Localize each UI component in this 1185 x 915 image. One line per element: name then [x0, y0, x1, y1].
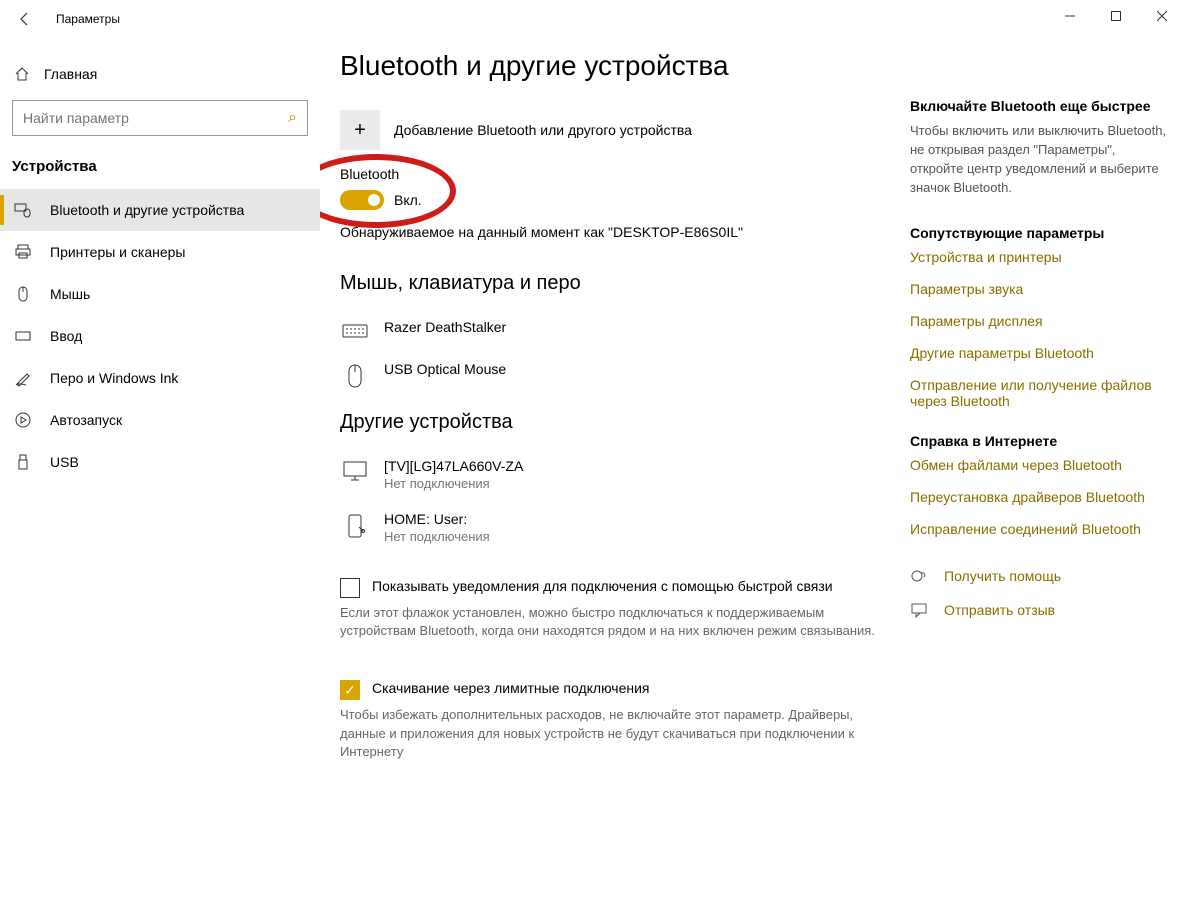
- device-name: Razer DeathStalker: [384, 319, 506, 335]
- device-row[interactable]: [TV][LG]47LA660V-ZA Нет подключения: [340, 448, 900, 501]
- device-status: Нет подключения: [384, 529, 490, 544]
- aside-panel: Включайте Bluetooth еще быстрее Чтобы вк…: [910, 50, 1170, 915]
- printer-icon: [14, 243, 32, 261]
- section-other-heading: Другие устройства: [340, 411, 900, 434]
- device-name: USB Optical Mouse: [384, 361, 506, 377]
- back-button[interactable]: [10, 4, 40, 34]
- device-name: [TV][LG]47LA660V-ZA: [384, 458, 523, 474]
- monitor-icon: [342, 460, 368, 482]
- keyboard-mouse-icon: [14, 201, 32, 219]
- sidebar-item-label: Мышь: [50, 286, 90, 302]
- help-icon: [910, 567, 928, 585]
- sidebar-item-autoplay[interactable]: Автозапуск: [0, 399, 320, 441]
- feedback-link[interactable]: Отправить отзыв: [910, 601, 1170, 619]
- section-input-heading: Мышь, клавиатура и перо: [340, 272, 900, 295]
- home-icon: [14, 66, 30, 82]
- sidebar-item-label: Принтеры и сканеры: [50, 244, 185, 260]
- link-fix-connections[interactable]: Исправление соединений Bluetooth: [910, 521, 1170, 537]
- add-device-button[interactable]: + Добавление Bluetooth или другого устро…: [340, 110, 900, 150]
- device-row[interactable]: Razer DeathStalker: [340, 309, 900, 351]
- tip-text: Чтобы включить или выключить Bluetooth, …: [910, 122, 1170, 197]
- window-title: Параметры: [56, 12, 120, 26]
- maximize-button[interactable]: [1093, 0, 1139, 32]
- minimize-icon: [1065, 11, 1075, 21]
- notify-checkbox[interactable]: [340, 578, 360, 598]
- sidebar-item-label: Ввод: [50, 328, 82, 344]
- link-share-files[interactable]: Обмен файлами через Bluetooth: [910, 457, 1170, 473]
- sidebar-item-typing[interactable]: Ввод: [0, 315, 320, 357]
- tip-title: Включайте Bluetooth еще быстрее: [910, 98, 1170, 114]
- sidebar-item-label: Перо и Windows Ink: [50, 370, 178, 386]
- get-help-label: Получить помощь: [944, 568, 1061, 584]
- device-name: HOME: User:: [384, 511, 490, 527]
- sidebar-item-printers[interactable]: Принтеры и сканеры: [0, 231, 320, 273]
- link-reinstall-drivers[interactable]: Переустановка драйверов Bluetooth: [910, 489, 1170, 505]
- sidebar-item-pen[interactable]: Перо и Windows Ink: [0, 357, 320, 399]
- sidebar-item-bluetooth[interactable]: Bluetooth и другие устройства: [0, 189, 320, 231]
- title-bar: Параметры: [0, 0, 1185, 38]
- get-help-link[interactable]: Получить помощь: [910, 567, 1170, 585]
- sidebar: Главная ⌕ Устройства Bluetooth и другие …: [0, 38, 320, 915]
- notify-description: Если этот флажок установлен, можно быстр…: [340, 604, 900, 640]
- sidebar-item-label: Bluetooth и другие устройства: [50, 202, 244, 218]
- search-box[interactable]: ⌕: [12, 100, 308, 136]
- window-controls: [1047, 0, 1185, 32]
- sidebar-item-label: USB: [50, 454, 79, 470]
- feedback-label: Отправить отзыв: [944, 602, 1055, 618]
- related-title: Сопутствующие параметры: [910, 225, 1170, 241]
- discoverable-text: Обнаруживаемое на данный момент как "DES…: [340, 224, 900, 240]
- device-row[interactable]: USB Optical Mouse: [340, 351, 900, 399]
- minimize-button[interactable]: [1047, 0, 1093, 32]
- main-content: Bluetooth и другие устройства + Добавлен…: [340, 50, 900, 915]
- arrow-left-icon: [17, 11, 33, 27]
- mouse-icon: [345, 363, 365, 389]
- home-nav[interactable]: Главная: [0, 60, 320, 88]
- keyboard-icon: [14, 327, 32, 345]
- notify-checkbox-label: Показывать уведомления для подключения с…: [372, 578, 833, 594]
- link-devices-printers[interactable]: Устройства и принтеры: [910, 249, 1170, 265]
- page-title: Bluetooth и другие устройства: [340, 50, 900, 82]
- bluetooth-label: Bluetooth: [340, 166, 422, 182]
- link-send-receive[interactable]: Отправление или получение файлов через B…: [910, 377, 1170, 409]
- link-more-bluetooth[interactable]: Другие параметры Bluetooth: [910, 345, 1170, 361]
- autoplay-icon: [14, 411, 32, 429]
- phone-icon: [345, 513, 365, 539]
- metered-checkbox[interactable]: ✓: [340, 680, 360, 700]
- plus-icon: +: [340, 110, 380, 150]
- maximize-icon: [1111, 11, 1121, 21]
- usb-icon: [14, 453, 32, 471]
- search-icon: ⌕: [288, 109, 297, 127]
- pen-icon: [14, 369, 32, 387]
- sidebar-item-label: Автозапуск: [50, 412, 122, 428]
- toggle-state-label: Вкл.: [394, 192, 422, 208]
- close-icon: [1157, 11, 1167, 21]
- link-display[interactable]: Параметры дисплея: [910, 313, 1170, 329]
- home-label: Главная: [44, 66, 97, 82]
- search-input[interactable]: [23, 110, 288, 126]
- device-status: Нет подключения: [384, 476, 523, 491]
- help-title: Справка в Интернете: [910, 433, 1170, 449]
- close-button[interactable]: [1139, 0, 1185, 32]
- metered-description: Чтобы избежать дополнительных расходов, …: [340, 706, 900, 761]
- mouse-icon: [14, 285, 32, 303]
- link-sound[interactable]: Параметры звука: [910, 281, 1170, 297]
- sidebar-item-usb[interactable]: USB: [0, 441, 320, 483]
- sidebar-item-mouse[interactable]: Мышь: [0, 273, 320, 315]
- feedback-icon: [910, 601, 928, 619]
- metered-checkbox-label: Скачивание через лимитные подключения: [372, 680, 649, 696]
- sidebar-section-title: Устройства: [0, 152, 320, 189]
- keyboard-icon: [342, 321, 368, 341]
- device-row[interactable]: HOME: User: Нет подключения: [340, 501, 900, 554]
- add-device-label: Добавление Bluetooth или другого устройс…: [394, 122, 692, 138]
- bluetooth-toggle[interactable]: [340, 190, 384, 210]
